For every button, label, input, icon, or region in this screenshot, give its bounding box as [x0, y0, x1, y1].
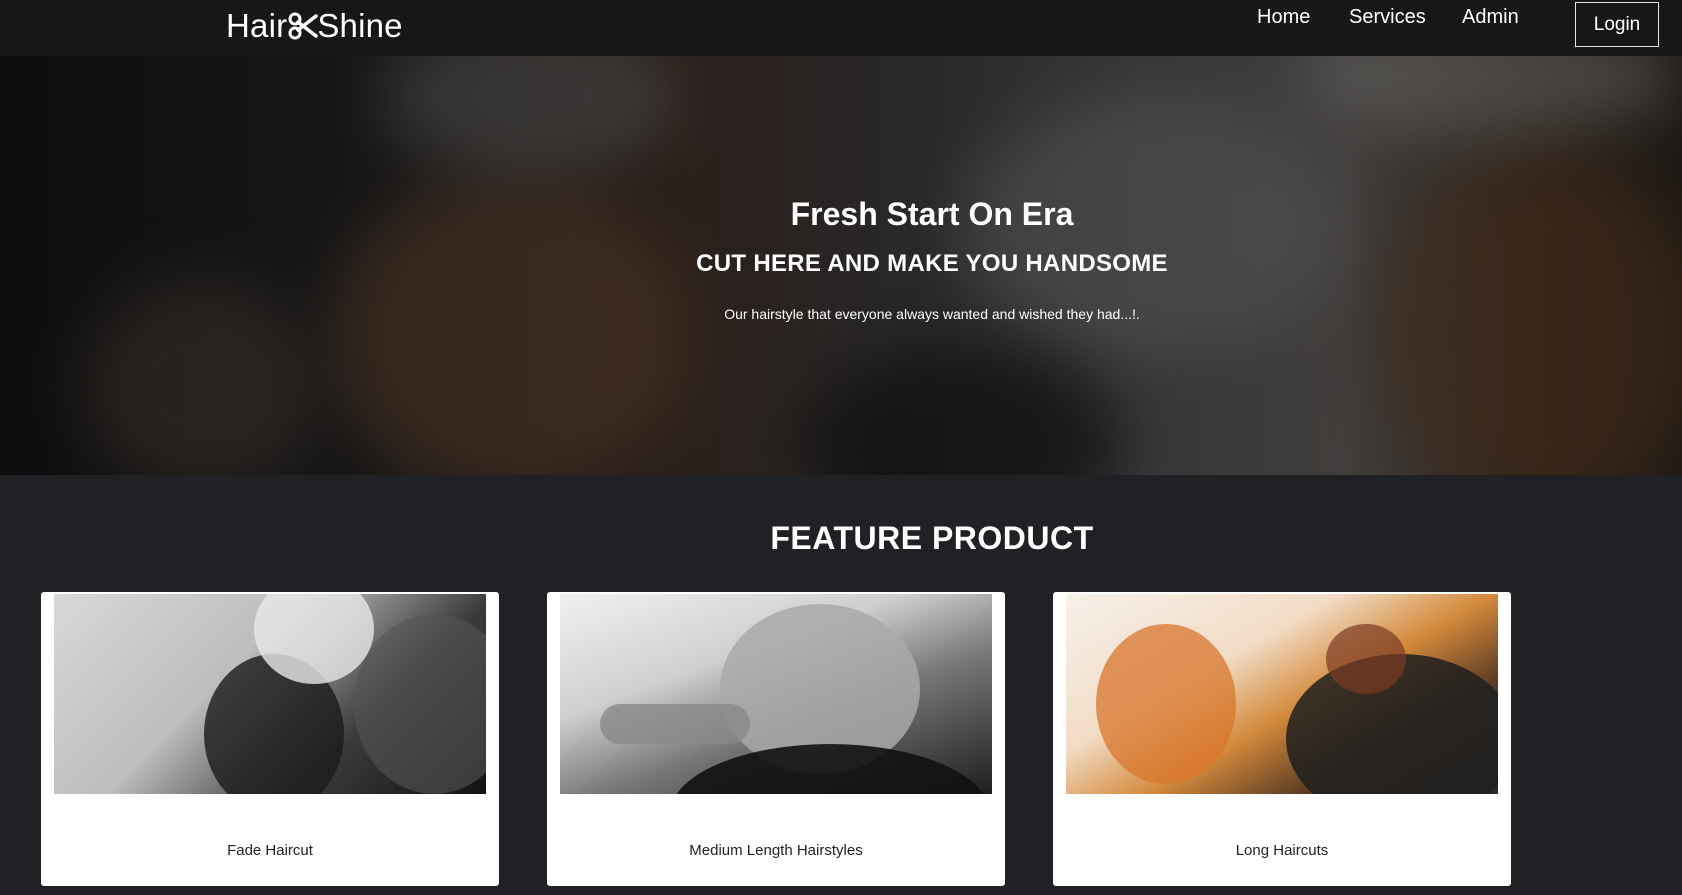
top-navbar: Hair Shine Home Services Admin Login	[0, 0, 1682, 56]
hero-title: Fresh Start On Era	[790, 196, 1074, 232]
product-title: Long Haircuts	[1235, 842, 1329, 859]
product-image	[560, 594, 992, 794]
logo-text-shine: Shine	[317, 7, 403, 44]
hero-banner: Fresh Start On Era CUT HERE AND MAKE YOU…	[0, 56, 1682, 475]
nav-link-admin[interactable]: Admin	[1462, 5, 1519, 29]
feature-section-title: FEATURE PRODUCT	[770, 520, 1094, 556]
product-image	[1066, 594, 1498, 794]
hero-subtitle: CUT HERE AND MAKE YOU HANDSOME	[696, 250, 1168, 277]
product-card-medium-length[interactable]: Medium Length Hairstyles	[547, 592, 1005, 886]
product-title: Fade Haircut	[227, 842, 313, 859]
nav-link-home[interactable]: Home	[1257, 5, 1310, 29]
product-image	[54, 594, 486, 794]
brand-logo[interactable]: Hair Shine	[226, 4, 403, 48]
logo-text-hair: Hair	[226, 7, 288, 44]
product-title: Medium Length Hairstyles	[689, 842, 863, 859]
login-button[interactable]: Login	[1575, 2, 1659, 47]
product-card-long-haircuts[interactable]: Long Haircuts	[1053, 592, 1511, 886]
scissors-icon	[288, 12, 319, 40]
hero-tagline: Our hairstyle that everyone always wante…	[724, 306, 1140, 322]
nav-link-services[interactable]: Services	[1349, 5, 1426, 29]
product-card-fade-haircut[interactable]: Fade Haircut	[41, 592, 499, 886]
